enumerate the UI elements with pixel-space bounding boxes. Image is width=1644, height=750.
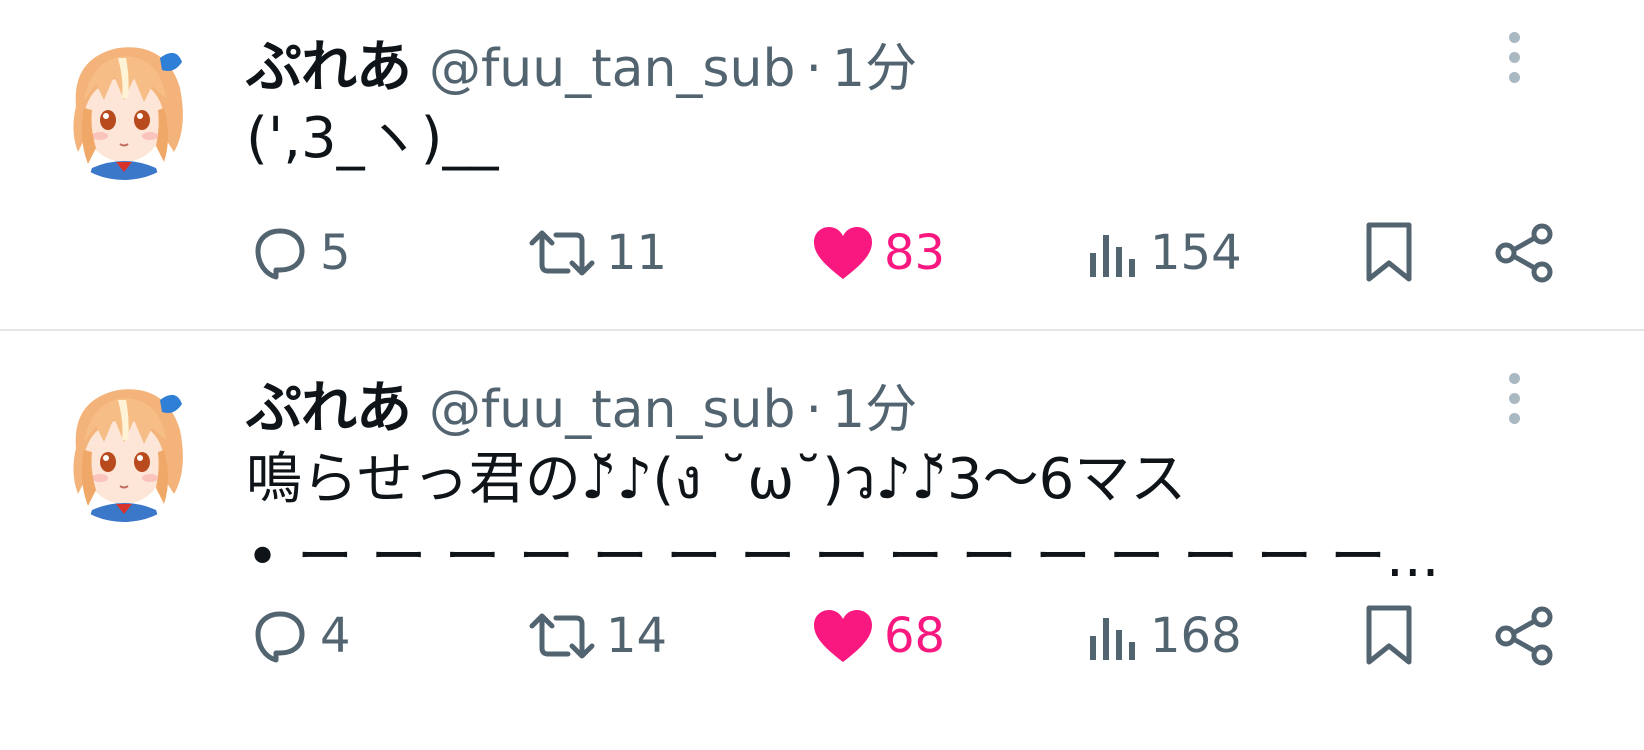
bookmark-button[interactable] <box>1364 596 1414 676</box>
reply-icon <box>255 611 305 663</box>
separator-dot: · <box>805 39 823 99</box>
views-icon <box>1090 235 1135 277</box>
like-button[interactable]: 68 <box>812 596 945 676</box>
tweet-text-line: (',3_ヽ)__ <box>246 106 499 171</box>
timestamp[interactable]: 1分 <box>832 26 917 101</box>
reply-button[interactable]: 4 <box>250 596 351 676</box>
display-name[interactable]: ぷれあ <box>246 22 412 103</box>
more-vertical-icon <box>1508 31 1520 43</box>
separator-dot: · <box>805 380 823 440</box>
tweet-header: ぷれあ @fuu_tan_sub · 1分 <box>246 22 917 100</box>
tweet-text: 鳴らせっ君の♪̆♪(ง ˘ω˘)ว♪♪̆3〜6マス • ー ー ー ー ー ー … <box>246 441 1439 597</box>
share-button[interactable] <box>1494 596 1554 676</box>
views-count: 168 <box>1150 608 1242 664</box>
reply-icon <box>255 228 305 280</box>
retweet-button[interactable]: 11 <box>528 213 667 293</box>
tweet-text: (',3_ヽ)__ <box>246 100 499 178</box>
retweet-count: 11 <box>606 225 668 281</box>
share-icon <box>1495 223 1553 283</box>
like-count: 68 <box>884 608 946 664</box>
retweet-icon <box>529 613 595 659</box>
retweet-icon <box>529 230 595 276</box>
views-button[interactable]: 168 <box>1086 596 1242 676</box>
display-name[interactable]: ぷれあ <box>246 363 412 444</box>
retweet-button[interactable]: 14 <box>528 596 667 676</box>
heart-icon <box>814 227 872 279</box>
timestamp[interactable]: 1分 <box>832 367 917 442</box>
more-vertical-icon <box>1508 372 1520 384</box>
tweet-header: ぷれあ @fuu_tan_sub · 1分 <box>246 363 917 441</box>
bookmark-icon <box>1366 222 1412 282</box>
more-options-button[interactable] <box>1494 363 1534 433</box>
bookmark-icon <box>1366 605 1412 665</box>
retweet-count: 14 <box>606 608 668 664</box>
tweet[interactable]: ぷれあ @fuu_tan_sub · 1分 (',3_ヽ)__ 5 11 83 … <box>0 0 1644 330</box>
share-button[interactable] <box>1494 213 1554 293</box>
avatar[interactable] <box>48 370 200 522</box>
reply-button[interactable]: 5 <box>250 213 351 293</box>
views-icon <box>1090 618 1135 660</box>
avatar[interactable] <box>48 28 200 180</box>
tweet-text-line: • ー ー ー ー ー ー ー ー ー ー ー ー ー ー ー... <box>246 525 1440 590</box>
tweet-text-line: 鳴らせっ君の♪̆♪(ง ˘ω˘)ว♪♪̆3〜6マス <box>246 447 1187 512</box>
heart-icon <box>814 610 872 662</box>
tweet-actions: 5 11 83 154 <box>0 213 1644 293</box>
tweet[interactable]: ぷれあ @fuu_tan_sub · 1分 鳴らせっ君の♪̆♪(ง ˘ω˘)ว♪… <box>0 331 1644 750</box>
like-count: 83 <box>884 225 946 281</box>
bookmark-button[interactable] <box>1364 213 1414 293</box>
tweet-actions: 4 14 68 168 <box>0 596 1644 676</box>
views-button[interactable]: 154 <box>1086 213 1242 293</box>
like-button[interactable]: 83 <box>812 213 945 293</box>
reply-count: 5 <box>320 225 351 281</box>
views-count: 154 <box>1150 225 1242 281</box>
reply-count: 4 <box>320 608 351 664</box>
more-options-button[interactable] <box>1494 22 1534 92</box>
user-handle[interactable]: @fuu_tan_sub <box>429 380 796 440</box>
share-icon <box>1495 606 1553 666</box>
user-handle[interactable]: @fuu_tan_sub <box>429 39 796 99</box>
